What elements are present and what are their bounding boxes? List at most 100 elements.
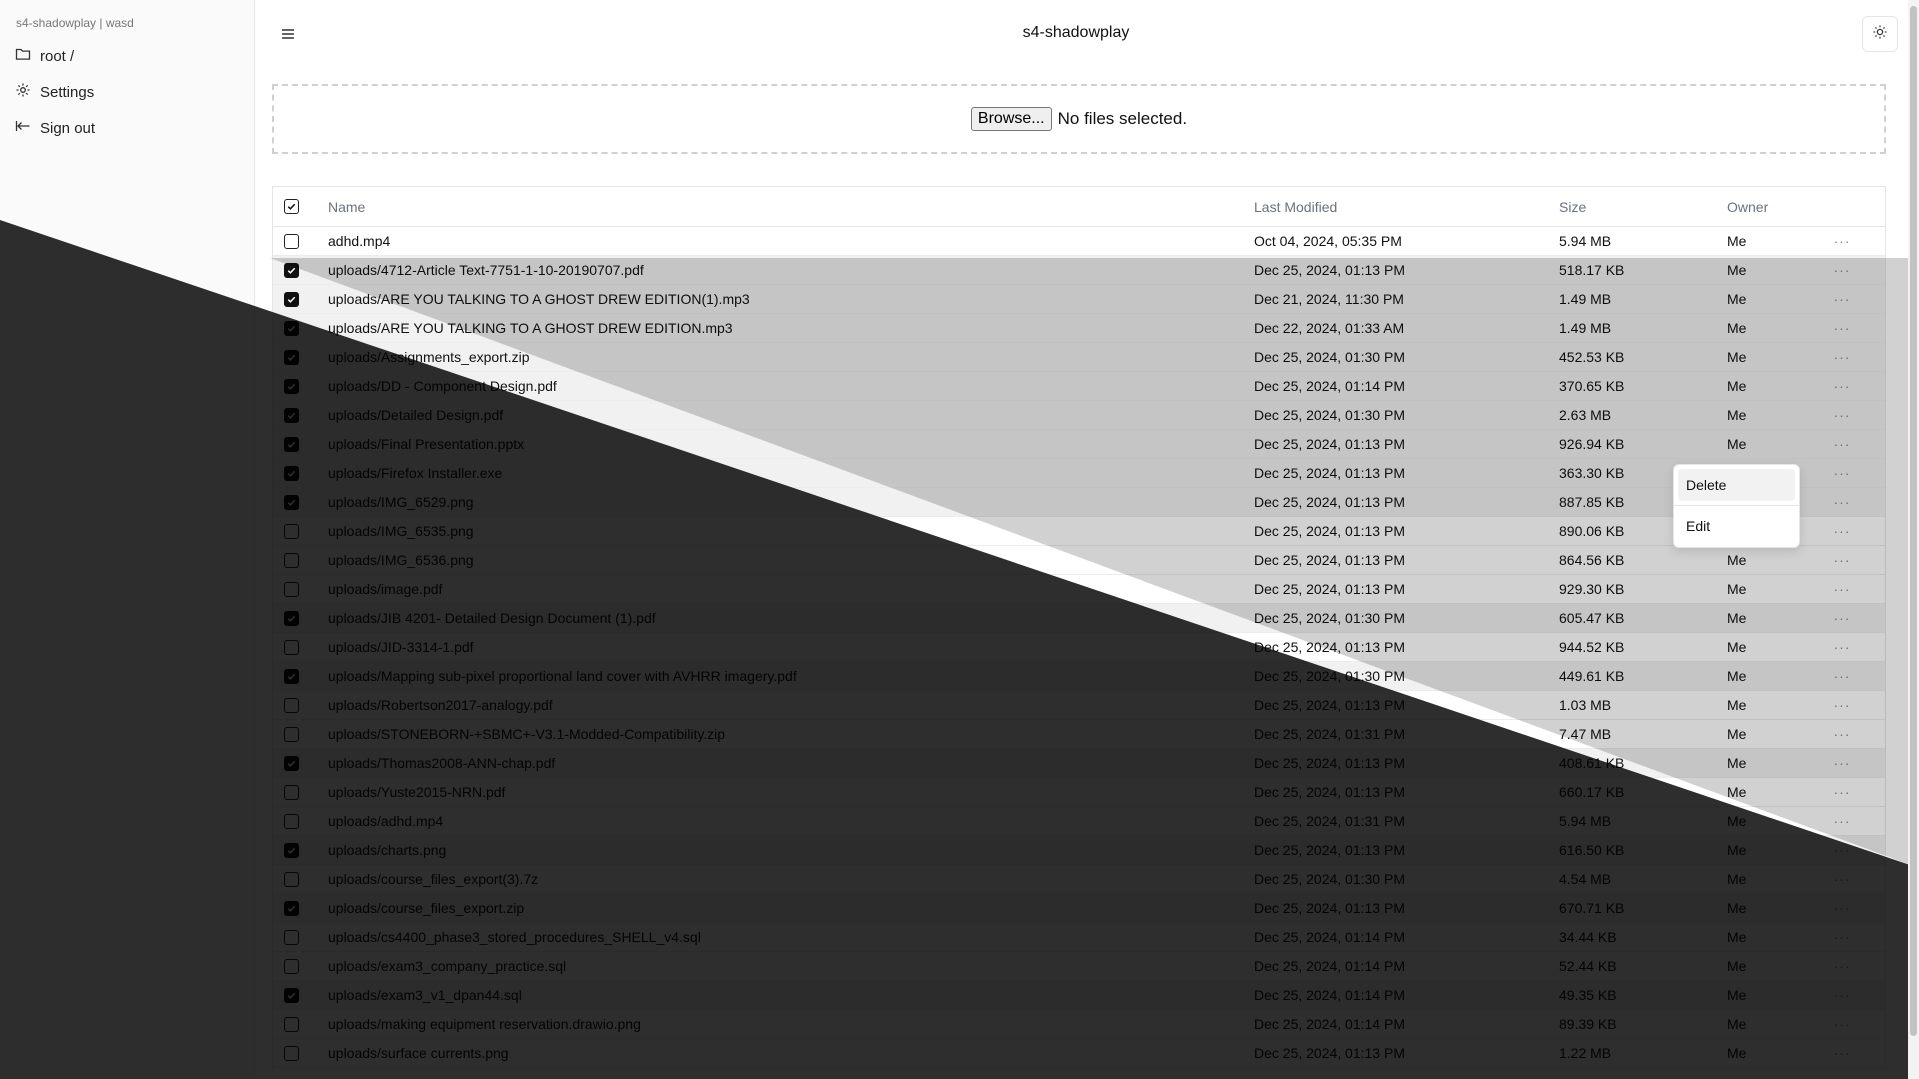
more-actions-icon[interactable]: ···: [1827, 807, 1857, 835]
row-checkbox[interactable]: [283, 523, 299, 539]
row-checkbox[interactable]: [283, 1016, 299, 1032]
file-name[interactable]: uploads/cs4400_phase3_stored_procedures_…: [328, 923, 701, 951]
table-row[interactable]: uploads/surface currents.png Dec 25, 2024…: [273, 1039, 1885, 1068]
file-name[interactable]: uploads/STONEBORN-+SBMC+-V3.1-Modded-Com…: [328, 720, 725, 748]
more-actions-icon[interactable]: ···: [1827, 894, 1857, 922]
file-name[interactable]: uploads/surface currents.png: [328, 1039, 509, 1067]
row-checkbox[interactable]: [283, 291, 299, 307]
table-row[interactable]: uploads/IMG_6529.png Dec 25, 2024, 01:13 …: [273, 488, 1885, 517]
edit-menu-item[interactable]: Edit: [1678, 510, 1795, 542]
more-actions-icon[interactable]: ···: [1827, 575, 1857, 603]
table-row[interactable]: uploads/IMG_6536.png Dec 25, 2024, 01:13 …: [273, 546, 1885, 575]
more-actions-icon[interactable]: ···: [1827, 691, 1857, 719]
table-row[interactable]: adhd.mp4 Oct 04, 2024, 05:35 PM 5.94 MB Me ·…: [273, 227, 1885, 256]
column-header-name[interactable]: Name: [328, 187, 365, 226]
table-row[interactable]: uploads/charts.png Dec 25, 2024, 01:13 PM…: [273, 836, 1885, 865]
row-checkbox[interactable]: [283, 784, 299, 800]
row-checkbox[interactable]: [283, 262, 299, 278]
delete-menu-item[interactable]: Delete: [1678, 469, 1795, 501]
table-row[interactable]: uploads/Thomas2008-ANN-chap.pdf Dec 25, 2…: [273, 749, 1885, 778]
row-checkbox[interactable]: [283, 552, 299, 568]
more-actions-icon[interactable]: ···: [1827, 662, 1857, 690]
more-actions-icon[interactable]: ···: [1827, 488, 1857, 516]
more-actions-icon[interactable]: ···: [1827, 720, 1857, 748]
table-row[interactable]: uploads/JID-3314-1.pdf Dec 25, 2024, 01:1…: [273, 633, 1885, 662]
file-name[interactable]: uploads/Thomas2008-ANN-chap.pdf: [328, 749, 555, 777]
file-name[interactable]: uploads/exam3_v1_dpan44.sql: [328, 981, 522, 1009]
row-checkbox[interactable]: [283, 842, 299, 858]
more-actions-icon[interactable]: ···: [1827, 343, 1857, 371]
table-row[interactable]: uploads/Yuste2015-NRN.pdf Dec 25, 2024, 0…: [273, 778, 1885, 807]
column-header-last-modified[interactable]: Last Modified: [1254, 187, 1337, 226]
row-checkbox[interactable]: [283, 813, 299, 829]
table-row[interactable]: uploads/course_files_export(3).7z Dec 25,…: [273, 865, 1885, 894]
row-checkbox[interactable]: [283, 436, 299, 452]
table-row[interactable]: uploads/STONEBORN-+SBMC+-V3.1-Modded-Com…: [273, 720, 1885, 749]
row-checkbox[interactable]: [283, 465, 299, 481]
row-checkbox[interactable]: [283, 320, 299, 336]
row-checkbox[interactable]: [283, 726, 299, 742]
row-checkbox[interactable]: [283, 755, 299, 771]
row-checkbox[interactable]: [283, 349, 299, 365]
table-row[interactable]: uploads/ARE YOU TALKING TO A GHOST DREW …: [273, 285, 1885, 314]
column-header-size[interactable]: Size: [1559, 187, 1586, 226]
file-name[interactable]: uploads/IMG_6529.png: [328, 488, 474, 516]
file-name[interactable]: uploads/Detailed Design.pdf: [328, 401, 503, 429]
file-name[interactable]: uploads/Final Presentation.pptx: [328, 430, 524, 458]
more-actions-icon[interactable]: ···: [1827, 285, 1857, 313]
row-checkbox[interactable]: [283, 697, 299, 713]
row-checkbox[interactable]: [283, 639, 299, 655]
row-checkbox[interactable]: [283, 610, 299, 626]
more-actions-icon[interactable]: ···: [1827, 314, 1857, 342]
table-row[interactable]: uploads/Final Presentation.pptx Dec 25, 2…: [273, 430, 1885, 459]
more-actions-icon[interactable]: ···: [1827, 981, 1857, 1009]
more-actions-icon[interactable]: ···: [1827, 604, 1857, 632]
row-checkbox[interactable]: [283, 958, 299, 974]
scrollbar-thumb[interactable]: [1910, 6, 1917, 1036]
row-checkbox[interactable]: [283, 494, 299, 510]
table-row[interactable]: uploads/course_files_export.zip Dec 25, 2…: [273, 894, 1885, 923]
sidebar-item-sign-out[interactable]: Sign out: [15, 118, 95, 138]
more-actions-icon[interactable]: ···: [1827, 459, 1857, 487]
more-actions-icon[interactable]: ···: [1827, 227, 1857, 255]
more-actions-icon[interactable]: ···: [1827, 546, 1857, 574]
table-row[interactable]: uploads/Mapping sub-pixel proportional l…: [273, 662, 1885, 691]
table-row[interactable]: uploads/JIB 4201- Detailed Design Docume…: [273, 604, 1885, 633]
row-checkbox[interactable]: [283, 987, 299, 1003]
file-name[interactable]: uploads/making equipment reservation.dra…: [328, 1010, 641, 1038]
more-actions-icon[interactable]: ···: [1827, 778, 1857, 806]
row-checkbox[interactable]: [283, 233, 299, 249]
row-checkbox[interactable]: [283, 378, 299, 394]
table-row[interactable]: uploads/Detailed Design.pdf Dec 25, 2024,…: [273, 401, 1885, 430]
more-actions-icon[interactable]: ···: [1827, 836, 1857, 864]
browse-button[interactable]: Browse...: [970, 107, 1052, 131]
file-name[interactable]: uploads/IMG_6535.png: [328, 517, 474, 545]
file-name[interactable]: uploads/JIB 4201- Detailed Design Docume…: [328, 604, 656, 632]
row-checkbox[interactable]: [283, 581, 299, 597]
more-actions-icon[interactable]: ···: [1827, 372, 1857, 400]
column-header-owner[interactable]: Owner: [1727, 187, 1768, 226]
row-checkbox[interactable]: [283, 407, 299, 423]
file-name[interactable]: adhd.mp4: [328, 227, 390, 255]
table-row[interactable]: uploads/Robertson2017-analogy.pdf Dec 25,…: [273, 691, 1885, 720]
file-name[interactable]: uploads/Yuste2015-NRN.pdf: [328, 778, 505, 806]
table-row[interactable]: uploads/Firefox Installer.exe Dec 25, 202…: [273, 459, 1885, 488]
file-name[interactable]: uploads/course_files_export.zip: [328, 894, 524, 922]
select-all-checkbox[interactable]: [283, 199, 299, 214]
sidebar-item-root[interactable]: root /: [15, 46, 74, 66]
file-name[interactable]: uploads/exam3_company_practice.sql: [328, 952, 566, 980]
more-actions-icon[interactable]: ···: [1827, 865, 1857, 893]
more-actions-icon[interactable]: ···: [1827, 401, 1857, 429]
table-row[interactable]: uploads/DD - Component Design.pdf Dec 25,…: [273, 372, 1885, 401]
more-actions-icon[interactable]: ···: [1827, 633, 1857, 661]
row-checkbox[interactable]: [283, 900, 299, 916]
file-name[interactable]: uploads/course_files_export(3).7z: [328, 865, 538, 893]
row-checkbox[interactable]: [283, 1045, 299, 1061]
table-row[interactable]: uploads/ARE YOU TALKING TO A GHOST DREW …: [273, 314, 1885, 343]
row-checkbox[interactable]: [283, 929, 299, 945]
more-actions-icon[interactable]: ···: [1827, 952, 1857, 980]
file-name[interactable]: uploads/image.pdf: [328, 575, 442, 603]
file-name[interactable]: uploads/Assignments_export.zip: [328, 343, 530, 371]
file-name[interactable]: uploads/IMG_6536.png: [328, 546, 474, 574]
file-name[interactable]: uploads/JID-3314-1.pdf: [328, 633, 474, 661]
